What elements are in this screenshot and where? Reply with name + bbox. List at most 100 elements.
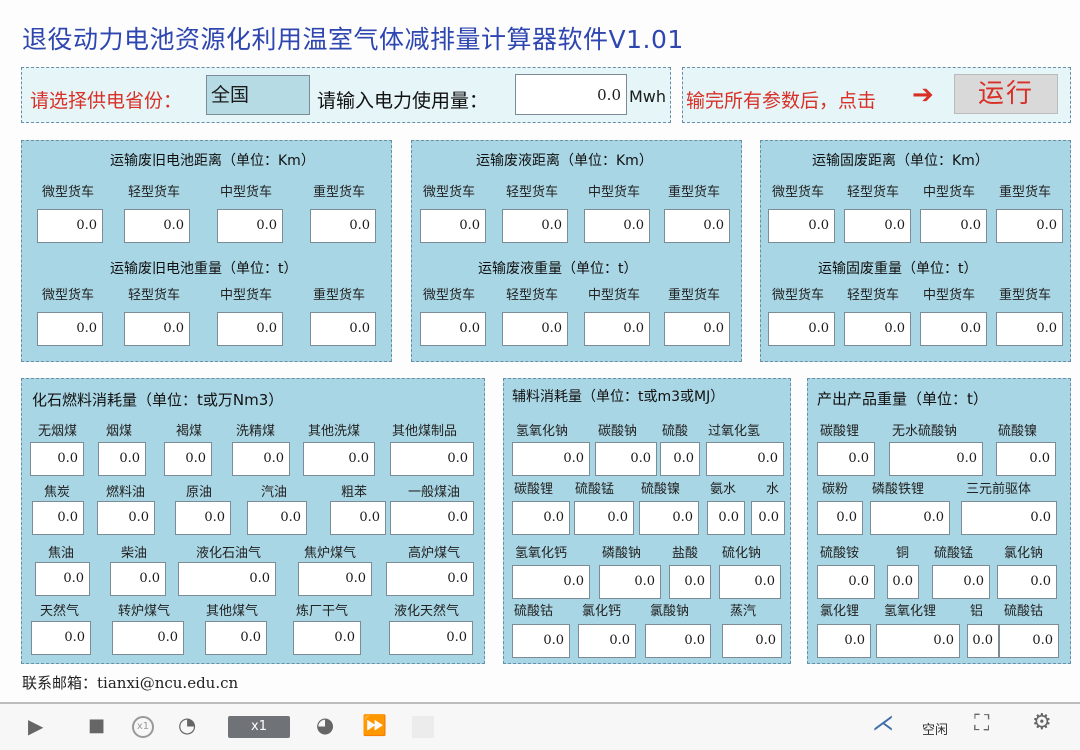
dist-input[interactable]: 0.0: [768, 209, 835, 243]
product-input[interactable]: 0.0: [996, 442, 1056, 476]
fossil-input[interactable]: 0.0: [390, 501, 474, 535]
aux-input[interactable]: 0.0: [639, 501, 699, 535]
dist-input[interactable]: 0.0: [584, 209, 650, 243]
fossil-input[interactable]: 0.0: [330, 501, 386, 535]
aux-input[interactable]: 0.0: [669, 565, 711, 599]
fossil-input[interactable]: 0.0: [389, 621, 473, 655]
aux-input[interactable]: 0.0: [512, 624, 570, 658]
dist-input[interactable]: 0.0: [844, 209, 911, 243]
product-input[interactable]: 0.0: [817, 442, 875, 476]
aux-input[interactable]: 0.0: [707, 501, 745, 535]
dist-input[interactable]: 0.0: [996, 209, 1063, 243]
fossil-input[interactable]: 0.0: [30, 442, 84, 476]
dist-input[interactable]: 0.0: [920, 209, 987, 243]
stop-icon[interactable]: ■: [88, 716, 105, 736]
product-label: 氯化锂: [820, 604, 860, 619]
product-input[interactable]: 0.0: [997, 565, 1057, 599]
wt-input[interactable]: 0.0: [664, 312, 730, 346]
product-input[interactable]: 0.0: [889, 442, 983, 476]
wt-input[interactable]: 0.0: [996, 312, 1063, 346]
fossil-input[interactable]: 0.0: [386, 562, 474, 596]
product-input[interactable]: 0.0: [817, 565, 875, 599]
speed-up-icon[interactable]: ◕: [316, 715, 334, 736]
fossil-label: 液化天然气: [394, 604, 460, 619]
slow-down-icon[interactable]: ◔: [178, 715, 196, 736]
dist-input[interactable]: 0.0: [124, 209, 190, 243]
wt-input[interactable]: 0.0: [920, 312, 987, 346]
aux-input[interactable]: 0.0: [578, 624, 636, 658]
fossil-input[interactable]: 0.0: [164, 442, 212, 476]
product-input[interactable]: 0.0: [817, 624, 871, 658]
aux-input[interactable]: 0.0: [512, 501, 570, 535]
fossil-input[interactable]: 0.0: [247, 501, 307, 535]
truck-label: 微型货车: [423, 288, 476, 303]
run-button[interactable]: 运行: [954, 74, 1058, 114]
product-input[interactable]: 0.0: [817, 501, 863, 535]
fast-forward-icon[interactable]: ⏩: [362, 715, 387, 735]
dist-input[interactable]: 0.0: [310, 209, 376, 243]
fossil-input[interactable]: 0.0: [97, 501, 155, 535]
product-input[interactable]: 0.0: [876, 624, 960, 658]
step-icon[interactable]: x1: [132, 716, 154, 738]
truck-label: 微型货车: [772, 288, 825, 303]
wt-input[interactable]: 0.0: [844, 312, 911, 346]
product-input[interactable]: 0.0: [887, 565, 919, 599]
aux-input[interactable]: 0.0: [645, 624, 711, 658]
wt-input[interactable]: 0.0: [124, 312, 190, 346]
dist-input[interactable]: 0.0: [37, 209, 103, 243]
settings-gear-icon[interactable]: ⚙: [1032, 712, 1052, 734]
fossil-input[interactable]: 0.0: [205, 621, 267, 655]
truck-label: 重型货车: [313, 288, 366, 303]
fossil-input[interactable]: 0.0: [293, 621, 361, 655]
fossil-input[interactable]: 0.0: [175, 501, 231, 535]
product-input[interactable]: 0.0: [870, 501, 950, 535]
fossil-input[interactable]: 0.0: [35, 562, 90, 596]
fossil-input[interactable]: 0.0: [112, 621, 184, 655]
dist-input[interactable]: 0.0: [664, 209, 730, 243]
fossil-input[interactable]: 0.0: [178, 562, 276, 596]
fossil-input[interactable]: 0.0: [32, 501, 84, 535]
wt-input[interactable]: 0.0: [217, 312, 283, 346]
dist-input[interactable]: 0.0: [502, 209, 568, 243]
aux-input[interactable]: 0.0: [719, 565, 781, 599]
truck-label: 重型货车: [999, 185, 1052, 200]
fullscreen-icon[interactable]: ⛶: [974, 713, 989, 735]
aux-input[interactable]: 0.0: [574, 501, 634, 535]
product-input[interactable]: 0.0: [999, 624, 1059, 658]
fossil-input[interactable]: 0.0: [98, 442, 146, 476]
aux-input[interactable]: 0.0: [751, 501, 785, 535]
product-input[interactable]: 0.0: [961, 501, 1057, 535]
fossil-input[interactable]: 0.0: [390, 442, 474, 476]
fossil-input[interactable]: 0.0: [110, 562, 166, 596]
product-input[interactable]: 0.0: [967, 624, 999, 658]
wt-input[interactable]: 0.0: [37, 312, 103, 346]
speed-indicator[interactable]: x1: [228, 716, 290, 738]
aux-input[interactable]: 0.0: [512, 442, 590, 476]
wt-input[interactable]: 0.0: [310, 312, 376, 346]
email-address: tianxi@ncu.edu.cn: [97, 674, 239, 692]
wt-input[interactable]: 0.0: [584, 312, 650, 346]
aux-input[interactable]: 0.0: [722, 624, 782, 658]
wt-input[interactable]: 0.0: [768, 312, 835, 346]
province-select[interactable]: 全国: [206, 75, 310, 115]
aux-input[interactable]: 0.0: [599, 565, 661, 599]
section-title: 运输固废重量（单位：t）: [818, 261, 978, 277]
blank-button[interactable]: [412, 716, 434, 738]
wt-input[interactable]: 0.0: [502, 312, 568, 346]
fossil-input[interactable]: 0.0: [232, 442, 290, 476]
fossil-input[interactable]: 0.0: [31, 621, 91, 655]
product-input[interactable]: 0.0: [932, 565, 990, 599]
dist-input[interactable]: 0.0: [217, 209, 283, 243]
aux-input[interactable]: 0.0: [660, 442, 700, 476]
fossil-input[interactable]: 0.0: [303, 442, 375, 476]
play-icon[interactable]: ▶: [28, 716, 43, 736]
fossil-input[interactable]: 0.0: [298, 562, 372, 596]
aux-input[interactable]: 0.0: [595, 442, 657, 476]
arrow-right-icon: ➔: [912, 80, 934, 110]
wt-input[interactable]: 0.0: [420, 312, 486, 346]
dist-input[interactable]: 0.0: [420, 209, 486, 243]
product-label: 硫酸钴: [1004, 604, 1044, 619]
aux-input[interactable]: 0.0: [512, 565, 590, 599]
power-input[interactable]: 0.0: [515, 74, 627, 115]
aux-input[interactable]: 0.0: [706, 442, 784, 476]
